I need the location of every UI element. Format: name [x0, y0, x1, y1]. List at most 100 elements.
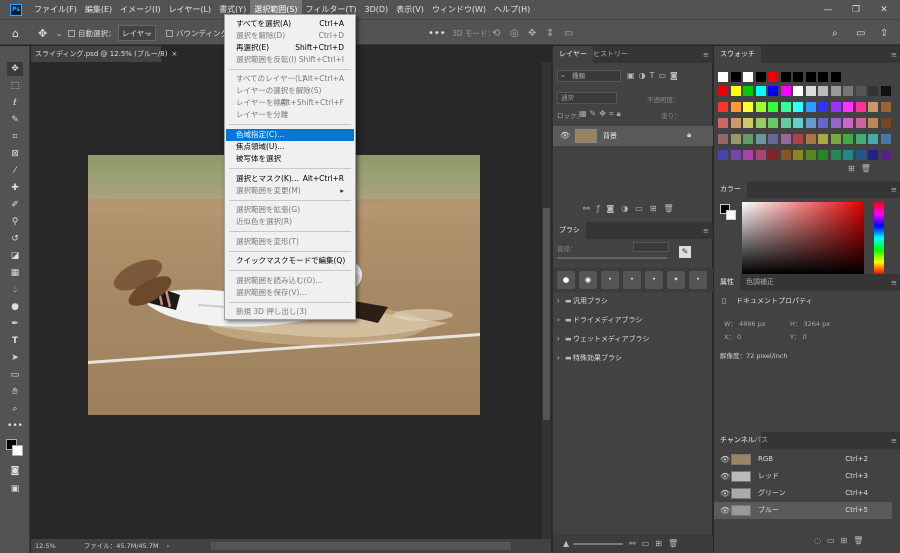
color-swatch[interactable] [780, 102, 791, 112]
color-swatch[interactable] [780, 118, 791, 128]
color-swatch[interactable] [730, 118, 741, 128]
lock-icons[interactable]: ▦✎✥⌗🔒︎ [579, 109, 624, 119]
menu-edit[interactable]: 編集(E) [81, 0, 116, 19]
color-swatch[interactable] [768, 102, 778, 112]
channel-row-green[interactable]: 👁︎ グリーン Ctrl+4 [714, 485, 892, 502]
color-swatch[interactable] [818, 150, 828, 160]
color-swatch[interactable] [755, 72, 766, 82]
type-tool-icon[interactable]: T [7, 334, 23, 348]
more-options-icon[interactable]: ••• [428, 25, 446, 41]
color-swatch[interactable] [880, 134, 891, 144]
menu-file[interactable]: ファイル(F) [30, 0, 81, 19]
workspace-icon[interactable]: ▭ [856, 25, 865, 41]
close-icon[interactable]: ✕ [870, 0, 898, 19]
color-swatch[interactable] [868, 150, 878, 160]
menu-help[interactable]: ヘルプ(H) [490, 0, 534, 19]
color-swatch[interactable] [768, 72, 778, 82]
menu-view[interactable]: 表示(V) [392, 0, 428, 19]
brush-preset-icon[interactable]: ✶ [667, 271, 685, 289]
brush-preset-icon[interactable]: ● [557, 271, 575, 289]
blur-tool-icon[interactable]: 💧︎ [7, 283, 23, 297]
layer-filter-dropdown[interactable]: ⌕ 種類 [557, 70, 621, 82]
eye-icon[interactable]: 👁︎ [720, 468, 730, 485]
color-swatch[interactable] [780, 134, 791, 144]
color-swatch[interactable] [830, 134, 841, 144]
color-swatch[interactable] [855, 102, 866, 112]
home-icon[interactable]: ⌂ [12, 25, 19, 41]
auto-select-checkbox[interactable]: 自動選択： [68, 25, 116, 41]
color-swatch[interactable] [793, 134, 803, 144]
minimize-icon[interactable]: — [814, 0, 842, 19]
color-swatch[interactable] [843, 86, 853, 96]
color-swatch[interactable] [818, 118, 828, 128]
brush-folder-general[interactable]: › ▬ 汎用ブラシ [553, 292, 712, 310]
search-icon[interactable]: ⌕ [832, 25, 838, 41]
background-color-swatch[interactable] [12, 445, 23, 456]
color-swatch[interactable] [805, 86, 816, 96]
lasso-tool-icon[interactable]: ℓ [7, 96, 23, 110]
hue-slider[interactable] [874, 202, 884, 274]
move-tool-icon[interactable]: ✥ [38, 25, 47, 41]
screen-mode-icon[interactable]: ▣ [7, 482, 23, 496]
color-swatch[interactable] [805, 118, 816, 128]
color-swatch[interactable] [793, 72, 803, 82]
color-swatch[interactable] [805, 102, 816, 112]
tab-history[interactable]: ヒストリー [587, 46, 634, 63]
panel-menu-icon[interactable]: ≡ [891, 185, 897, 194]
color-swatch[interactable] [718, 86, 728, 96]
color-swatch[interactable] [793, 118, 803, 128]
color-swatch[interactable] [805, 72, 816, 82]
similar-item[interactable]: 近似色を選択(R) [226, 216, 354, 228]
color-swatch[interactable] [855, 86, 866, 96]
color-swatch[interactable] [730, 150, 741, 160]
brush-tool-icon[interactable]: ✐ [7, 198, 23, 212]
color-swatch[interactable] [718, 118, 728, 128]
rectangle-tool-icon[interactable]: ▭ [7, 368, 23, 382]
color-swatch[interactable] [743, 134, 753, 144]
brush-footer-icons[interactable]: ⚯▭⊞🗑︎ [629, 539, 684, 548]
color-swatch[interactable] [868, 118, 878, 128]
color-swatch[interactable] [743, 102, 753, 112]
inverse-item[interactable]: 選択範囲を反転(I) Shift+Ctrl+I [226, 54, 354, 66]
swatch-footer-icons[interactable]: ⊞🗑︎ [848, 164, 877, 173]
save-selection-item[interactable]: 選択範囲を保存(V)... [226, 287, 354, 299]
color-swatch[interactable] [818, 72, 828, 82]
focus-area-item[interactable]: 焦点領域(U)... [226, 141, 354, 153]
orbit-3d-icon[interactable]: ⟲ [492, 25, 500, 41]
color-swatch[interactable] [830, 86, 841, 96]
panel-menu-icon[interactable]: ≡ [891, 436, 897, 445]
color-swatch[interactable] [718, 102, 728, 112]
color-swatch[interactable] [818, 134, 828, 144]
color-swatch[interactable] [830, 102, 841, 112]
all-layers-item[interactable]: すべてのレイヤー(L) Alt+Ctrl+A [226, 73, 354, 85]
move-tool-icon[interactable]: ✥ [7, 62, 23, 76]
find-layers-item[interactable]: レイヤーを検索 Alt+Shift+Ctrl+F [226, 97, 354, 109]
color-picker-field[interactable] [742, 202, 864, 274]
channel-row-rgb[interactable]: 👁︎ RGB Ctrl+2 [714, 451, 892, 468]
color-swatch[interactable] [868, 134, 878, 144]
auto-select-dropdown[interactable]: レイヤー ⌄ [118, 25, 156, 41]
eraser-tool-icon[interactable]: ◪ [7, 249, 23, 263]
menu-3d[interactable]: 3D(D) [361, 0, 393, 19]
hand-tool-icon[interactable]: ✋︎ [7, 385, 23, 399]
eye-icon[interactable]: 👁︎ [720, 502, 730, 519]
color-swatch[interactable] [730, 72, 741, 82]
quick-select-tool-icon[interactable]: ✎ [7, 113, 23, 127]
brush-preset-icon[interactable]: • [601, 271, 619, 289]
scrollbar-thumb[interactable] [543, 208, 550, 420]
channels-footer-icons[interactable]: ◌▭⊞🗑︎ [814, 536, 869, 545]
select-and-mask-item[interactable]: 選択とマスク(K)... Alt+Ctrl+R [226, 173, 354, 185]
marquee-tool-icon[interactable]: ⬚ [7, 79, 23, 93]
zoom-level[interactable]: 12.5% [35, 542, 56, 550]
maximize-icon[interactable]: ❐ [842, 0, 870, 19]
isolate-layers-item[interactable]: レイヤーを分離 [226, 109, 354, 121]
brush-folder-wet[interactable]: › ▬ ウェットメディアブラシ [553, 330, 712, 348]
deselect-layers-item[interactable]: レイヤーの選択を解除(S) [226, 85, 354, 97]
color-swatch[interactable] [855, 134, 866, 144]
color-swatch[interactable] [768, 134, 778, 144]
roll-3d-icon[interactable]: ◎ [510, 25, 519, 41]
more-tools-icon[interactable]: ••• [7, 419, 23, 433]
color-swatch[interactable] [830, 72, 841, 82]
eye-icon[interactable]: 👁︎ [720, 451, 730, 468]
brush-preset-icon[interactable]: • [689, 271, 707, 289]
